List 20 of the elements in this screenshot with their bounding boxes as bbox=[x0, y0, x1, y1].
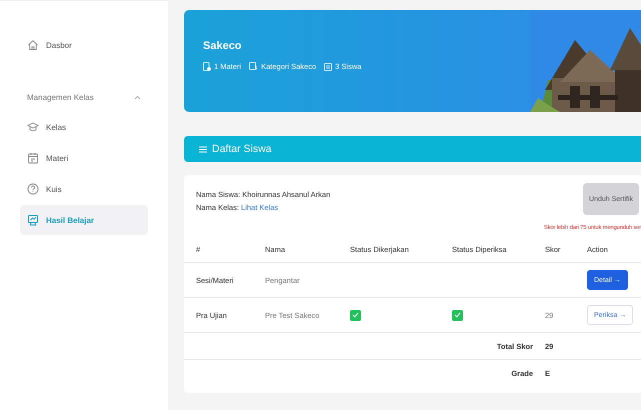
chart-board-icon bbox=[27, 214, 39, 226]
sidebar-item[interactable]: Materi bbox=[20, 143, 148, 173]
sidebar-section[interactable]: Managemen Kelas bbox=[20, 82, 148, 112]
chevron-icon bbox=[134, 94, 141, 100]
sidebar-item[interactable]: Kelas bbox=[20, 112, 148, 142]
document-icon bbox=[203, 62, 211, 71]
check-icon bbox=[454, 312, 461, 318]
section-title: Daftar Siswa bbox=[212, 143, 272, 155]
check-icon bbox=[352, 312, 359, 318]
question-icon bbox=[27, 183, 39, 195]
course-title: Sakeco bbox=[203, 40, 243, 52]
home-icon bbox=[27, 39, 39, 51]
sidebar-item[interactable]: Kuis bbox=[20, 174, 148, 204]
menu-icon bbox=[199, 146, 207, 152]
graduation-cap-icon bbox=[27, 121, 39, 133]
tag-icon bbox=[249, 62, 258, 71]
calendar-icon bbox=[27, 152, 39, 164]
sidebar-item[interactable]: Dasbor bbox=[20, 30, 148, 60]
sidebar-item[interactable]: Hasil Belajar bbox=[20, 205, 148, 235]
list-icon bbox=[324, 62, 332, 70]
